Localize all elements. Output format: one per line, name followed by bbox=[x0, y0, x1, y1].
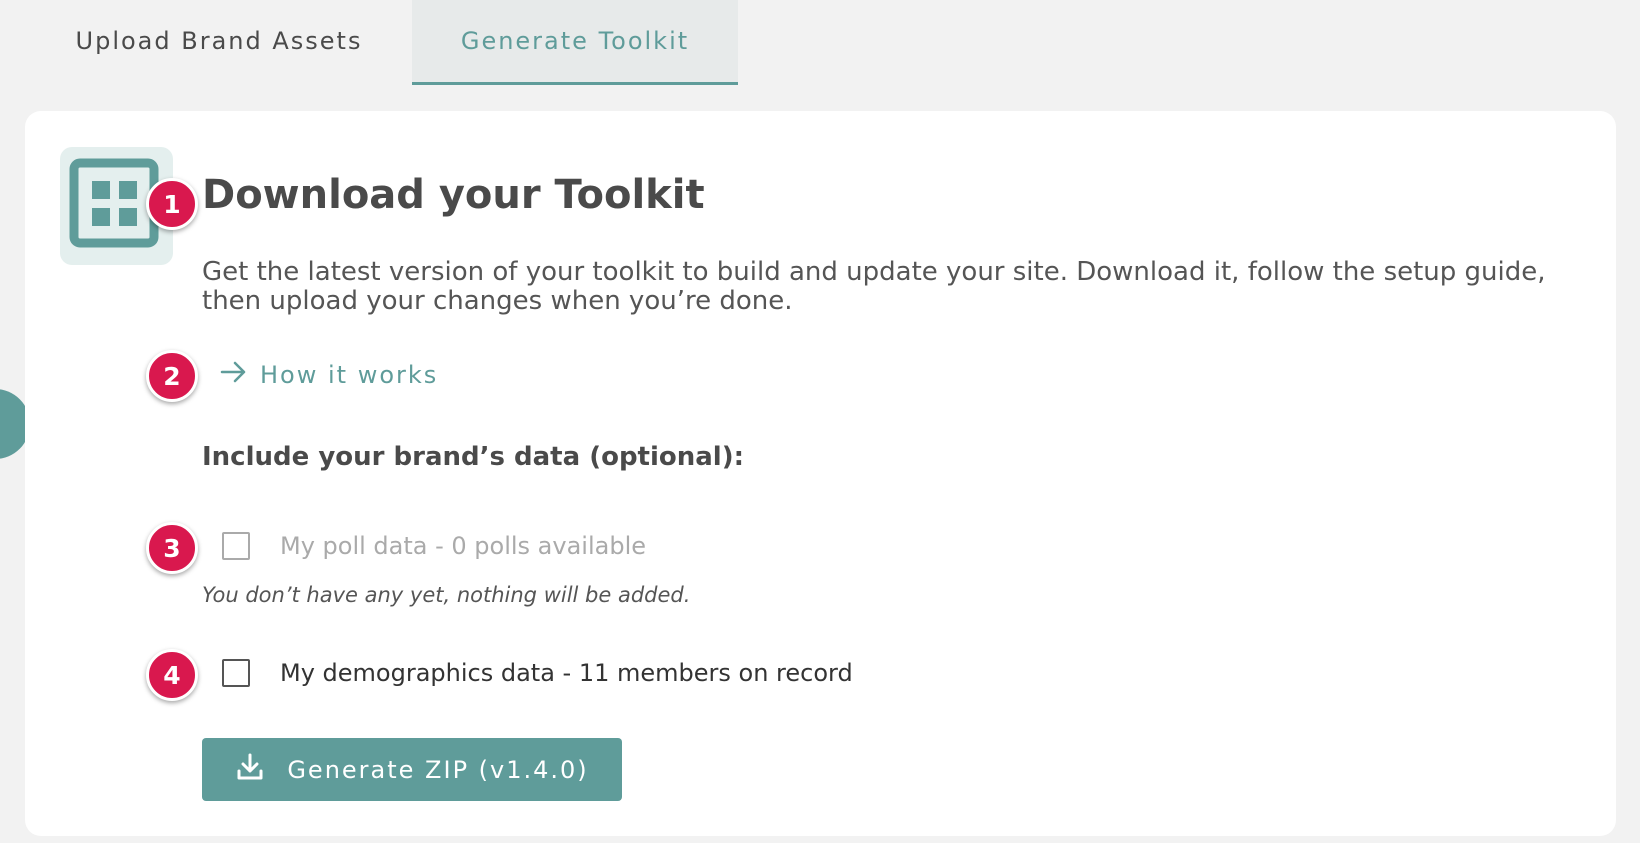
tab-generate-toolkit[interactable]: Generate Toolkit bbox=[412, 0, 738, 85]
step-marker-4: 4 bbox=[146, 649, 198, 701]
download-icon bbox=[235, 752, 265, 788]
step-marker-3: 3 bbox=[146, 522, 198, 574]
tab-upload-brand-assets[interactable]: Upload Brand Assets bbox=[44, 0, 394, 82]
poll-data-checkbox[interactable] bbox=[222, 532, 250, 560]
how-it-works-link[interactable]: How it works bbox=[220, 360, 438, 390]
generate-zip-button[interactable]: Generate ZIP (v1.4.0) bbox=[202, 738, 622, 801]
page-title: Download your Toolkit bbox=[202, 172, 705, 218]
demographics-data-checkbox[interactable] bbox=[222, 659, 250, 687]
toolkit-card bbox=[25, 111, 1616, 836]
how-it-works-label: How it works bbox=[260, 361, 439, 389]
step-marker-2: 2 bbox=[146, 350, 198, 402]
generate-zip-label: Generate ZIP (v1.4.0) bbox=[287, 755, 589, 784]
demographics-data-label: My demographics data - 11 members on rec… bbox=[280, 659, 853, 687]
poll-data-label: My poll data - 0 polls available bbox=[280, 532, 647, 560]
step-marker-1: 1 bbox=[146, 178, 198, 230]
page-description: Get the latest version of your toolkit t… bbox=[202, 257, 1546, 316]
poll-data-note: You don’t have any yet, nothing will be … bbox=[202, 583, 691, 607]
include-data-heading: Include your brand’s data (optional): bbox=[202, 442, 745, 472]
arrow-right-icon bbox=[220, 360, 248, 390]
tab-bar: Upload Brand Assets Generate Toolkit bbox=[0, 0, 760, 85]
